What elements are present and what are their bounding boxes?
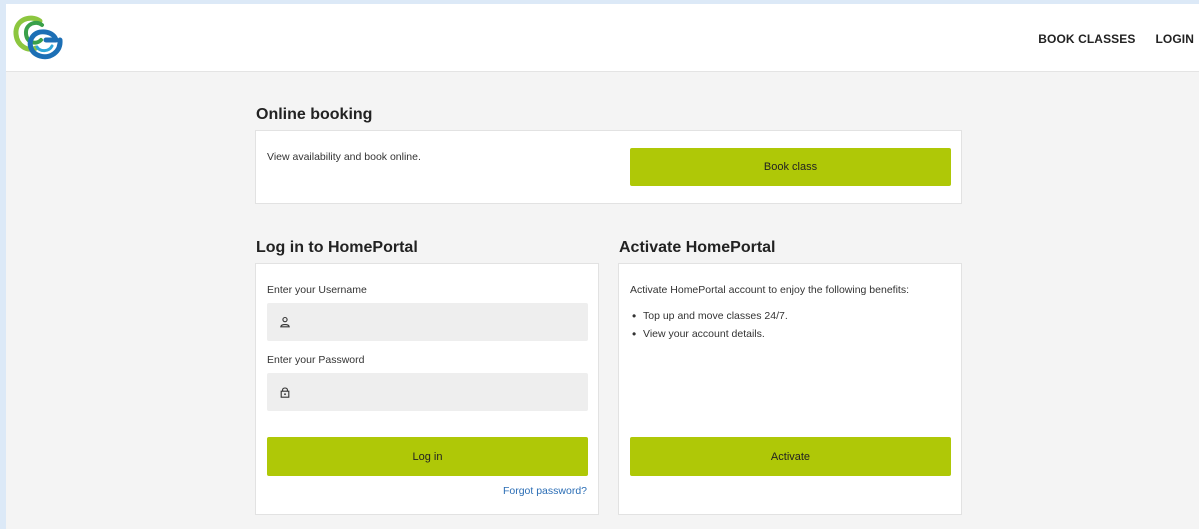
forgot-password-link[interactable]: Forgot password? <box>503 485 587 497</box>
password-input[interactable] <box>301 373 588 411</box>
online-booking-card: View availability and book online. Book … <box>255 130 962 204</box>
login-card: Enter your Username Enter your Password … <box>255 263 599 515</box>
brand-logo[interactable] <box>10 12 66 62</box>
password-field[interactable] <box>267 373 588 411</box>
online-booking-description: View availability and book online. <box>267 151 421 163</box>
activate-intro: Activate HomePortal account to enjoy the… <box>630 284 909 296</box>
activate-card: Activate HomePortal account to enjoy the… <box>618 263 962 515</box>
username-input[interactable] <box>301 303 588 341</box>
top-navigation-bar: BOOK CLASSES LOGIN <box>6 4 1199 72</box>
log-in-button[interactable]: Log in <box>267 437 588 476</box>
benefit-item: View your account details. <box>631 327 788 341</box>
username-field[interactable] <box>267 303 588 341</box>
book-class-button[interactable]: Book class <box>630 148 951 186</box>
password-label: Enter your Password <box>267 354 365 366</box>
page-background <box>6 4 1199 529</box>
online-booking-title: Online booking <box>256 106 373 123</box>
nav-book-classes-link[interactable]: BOOK CLASSES <box>1038 32 1135 46</box>
benefits-list: Top up and move classes 24/7. View your … <box>631 309 788 346</box>
user-icon <box>279 316 291 328</box>
activate-panel-title: Activate HomePortal <box>619 239 776 256</box>
benefit-item: Top up and move classes 24/7. <box>631 309 788 323</box>
main-nav: BOOK CLASSES LOGIN <box>1038 32 1199 46</box>
username-label: Enter your Username <box>267 284 367 296</box>
activate-button[interactable]: Activate <box>630 437 951 476</box>
nav-login-link[interactable]: LOGIN <box>1156 32 1199 46</box>
login-panel-title: Log in to HomePortal <box>256 239 418 256</box>
lock-icon <box>279 386 291 398</box>
